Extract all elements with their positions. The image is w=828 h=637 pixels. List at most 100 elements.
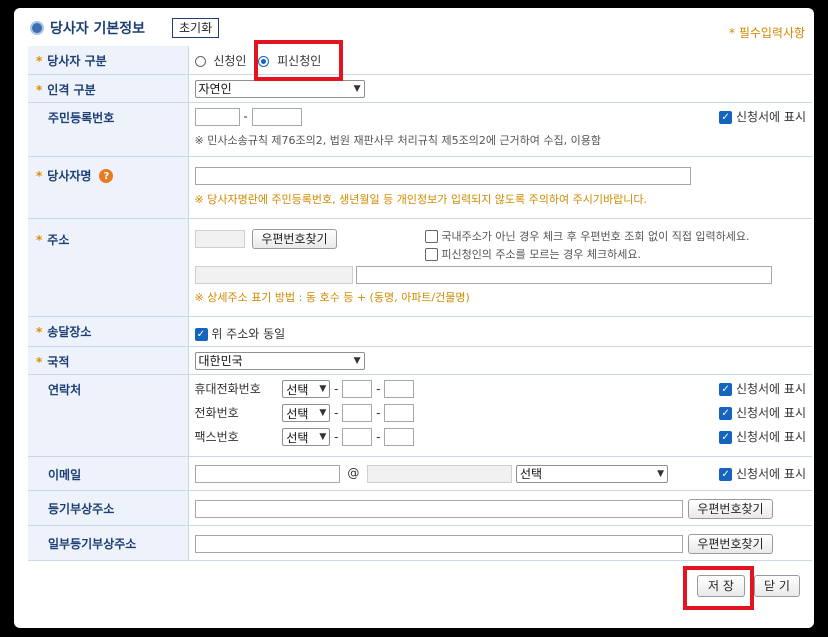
- chevron-down-icon: ▼: [319, 384, 327, 394]
- chevron-down-icon: ▼: [353, 83, 361, 94]
- phone-show-label: 신청서에 표시: [735, 405, 806, 420]
- email-id-input[interactable]: [194, 464, 340, 483]
- address-detail-input[interactable]: [356, 265, 773, 284]
- mobile-show-checkbox[interactable]: ✓: [719, 382, 733, 396]
- reg-address-input[interactable]: [194, 499, 683, 518]
- rrn-second-input[interactable]: [251, 107, 302, 126]
- address-note: ※ 상세주소 표기 방법 : 동 호수 등 + (동명, 아파트/건물명): [194, 290, 470, 304]
- zip-code-input[interactable]: [194, 229, 245, 248]
- mobile-label: 휴대전화번호: [194, 381, 261, 396]
- chevron-down-icon: ▼: [353, 355, 361, 366]
- email-at-sign: @: [347, 466, 360, 480]
- mobile-mid-input[interactable]: [342, 380, 373, 398]
- fax-prefix-select[interactable]: 선택 ▼: [282, 428, 331, 446]
- dash-separator: -: [376, 381, 381, 396]
- contact-label: 연락처: [48, 382, 82, 397]
- phone-prefix-value: 선택: [286, 406, 309, 421]
- contact-row-phone: 전화번호 선택 ▼ - - ✓ 신청서에 표시: [195, 404, 813, 428]
- row-rrn: 주민등록번호 - ✓ 신청서에 표시 ※ 민사소송규칙 제76조의2, 법원 재…: [28, 102, 812, 157]
- section-header: 당사자 기본정보: [30, 18, 145, 38]
- person-type-select[interactable]: 자연인 ▼: [194, 79, 365, 98]
- foreign-address-checkbox[interactable]: [424, 229, 438, 243]
- fax-show-label: 신청서에 표시: [735, 429, 806, 444]
- row-party-name: * 당사자명? ※ 당사자명란에 주민등록번호, 생년월일 등 개인정보가 입력되…: [28, 156, 812, 219]
- required-star: *: [36, 354, 43, 369]
- email-show-checkbox[interactable]: ✓: [719, 467, 733, 481]
- dash-separator: -: [334, 405, 339, 420]
- foreign-address-check-wrap: 국내주소가 아닌 경우 체크 후 우편번호 조회 없이 직접 입력하세요.: [424, 228, 750, 244]
- phone-show-wrap: ✓ 신청서에 표시: [719, 404, 806, 421]
- chevron-down-icon: ▼: [657, 468, 664, 479]
- chevron-down-icon: ▼: [319, 432, 327, 442]
- reg-address-label: 등기부상주소: [48, 501, 115, 516]
- nationality-label: 국적: [47, 354, 70, 369]
- mobile-last-input[interactable]: [384, 380, 415, 398]
- email-domain-value: 선택: [519, 467, 543, 481]
- dash-separator: -: [334, 429, 339, 444]
- phone-show-checkbox[interactable]: ✓: [719, 406, 733, 420]
- email-domain-input[interactable]: [367, 464, 513, 483]
- section-title: 당사자 기본정보: [50, 21, 146, 37]
- reset-button[interactable]: 초기화: [172, 18, 220, 38]
- row-nationality: * 국적 대한민국 ▼: [28, 346, 812, 375]
- dash-separator: -: [376, 429, 381, 444]
- row-reg-address: 등기부상주소 우편번호찾기: [28, 490, 812, 526]
- party-name-label: 당사자명: [47, 168, 92, 183]
- unknown-address-checkbox[interactable]: [424, 247, 438, 261]
- person-type-value: 자연인: [198, 82, 232, 96]
- highlight-save: [683, 566, 754, 610]
- dash-separator: -: [376, 405, 381, 420]
- chevron-down-icon: ▼: [319, 408, 327, 418]
- nationality-select[interactable]: 대한민국 ▼: [194, 351, 365, 370]
- phone-mid-input[interactable]: [342, 404, 373, 422]
- email-show-label: 신청서에 표시: [735, 466, 806, 481]
- unknown-address-label: 피신청인의 주소를 모르는 경우 체크하세요.: [441, 247, 641, 261]
- same-address-checkbox[interactable]: ✓: [194, 327, 208, 341]
- mobile-show-label: 신청서에 표시: [735, 381, 806, 396]
- rrn-note: ※ 민사소송규칙 제76조의2, 법원 재판사무 처리규칙 제5조의2에 근거하…: [194, 133, 602, 147]
- fax-mid-input[interactable]: [342, 428, 373, 446]
- row-email: 이메일 @ 선택 ▼ ✓ 신청서에 표시: [28, 456, 812, 491]
- row-address: * 주소 우편번호찾기 국내주소가 아닌 경우 체크 후 우편번호 조회 없이 직…: [28, 218, 812, 317]
- dialog-stage: 당사자 기본정보 초기화 * 필수입력사항 * 당사자 구분 신청인 피신청인 *…: [0, 0, 828, 637]
- question-icon[interactable]: ?: [99, 169, 114, 183]
- email-domain-select[interactable]: 선택 ▼: [515, 464, 668, 483]
- address-base-input[interactable]: [194, 265, 353, 284]
- partial-reg-zip-search-button[interactable]: 우편번호찾기: [688, 533, 773, 554]
- person-type-label: 인격 구분: [47, 82, 96, 97]
- radio-applicant-label: 신청인: [213, 54, 247, 68]
- close-button[interactable]: 닫 기: [754, 575, 800, 597]
- required-star: *: [36, 54, 43, 68]
- party-name-note: ※ 당사자명란에 주민등록번호, 생년월일 등 개인정보가 입력되지 않도록 주…: [194, 192, 647, 206]
- fax-show-wrap: ✓ 신청서에 표시: [719, 428, 806, 445]
- required-star: *: [36, 82, 43, 97]
- address-label: 주소: [47, 232, 70, 247]
- email-show-wrap: ✓ 신청서에 표시: [719, 465, 806, 482]
- radio-applicant[interactable]: [194, 56, 206, 67]
- partial-reg-address-input[interactable]: [194, 534, 683, 553]
- rrn-show-checkbox[interactable]: ✓: [719, 110, 733, 124]
- rrn-first-input[interactable]: [194, 107, 240, 126]
- bullet-icon: [30, 21, 44, 35]
- rrn-show-label: 신청서에 표시: [735, 109, 806, 124]
- required-star: *: [36, 324, 43, 339]
- phone-last-input[interactable]: [384, 404, 415, 422]
- phone-label: 전화번호: [194, 405, 239, 420]
- mobile-prefix-select[interactable]: 선택 ▼: [282, 380, 331, 398]
- party-type-label: 당사자 구분: [47, 54, 107, 68]
- phone-prefix-select[interactable]: 선택 ▼: [282, 404, 331, 422]
- email-label: 이메일: [48, 467, 82, 482]
- row-partial-reg-address: 일부등기부상주소 우편번호찾기: [28, 525, 812, 561]
- foreign-address-label: 국내주소가 아닌 경우 체크 후 우편번호 조회 없이 직접 입력하세요.: [441, 229, 750, 243]
- delivery-label: 송달장소: [47, 324, 92, 339]
- required-note: * 필수입력사항: [729, 26, 806, 40]
- zip-search-button[interactable]: 우편번호찾기: [252, 228, 337, 249]
- row-delivery: * 송달장소 ✓ 위 주소와 동일: [28, 316, 812, 347]
- rrn-show-check-wrap: ✓ 신청서에 표시: [719, 108, 806, 125]
- mobile-show-wrap: ✓ 신청서에 표시: [719, 380, 806, 397]
- fax-last-input[interactable]: [384, 428, 415, 446]
- party-name-input[interactable]: [194, 166, 691, 185]
- nationality-value: 대한민국: [198, 354, 243, 368]
- reg-zip-search-button[interactable]: 우편번호찾기: [688, 498, 773, 519]
- fax-show-checkbox[interactable]: ✓: [719, 430, 733, 444]
